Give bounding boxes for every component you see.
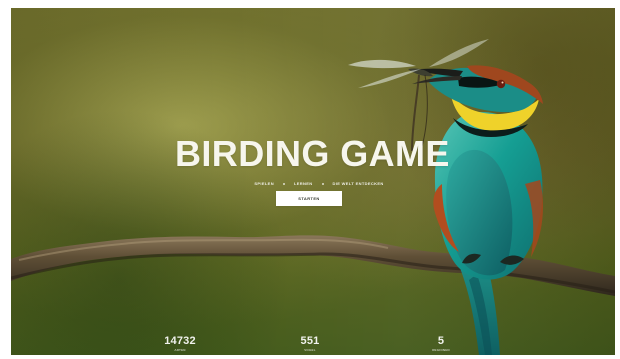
stats-bar: 14732 ARTEN 551 VOGEL 5 REGIONEN (11, 335, 615, 355)
stat-number: 14732 (164, 335, 196, 347)
nav-link-play[interactable]: SPIELEN (254, 181, 274, 187)
stat-label: ARTEN (174, 348, 186, 352)
separator-dot (321, 183, 324, 185)
hero-navigation: SPIELEN LERNEN DIE WELT ENTDECKEN (239, 179, 399, 189)
stat-number: 551 (300, 335, 320, 347)
nav-link-discover-world[interactable]: DIE WELT ENTDECKEN (333, 181, 384, 187)
nav-link-learn[interactable]: LERNEN (294, 181, 313, 187)
separator-dot (282, 183, 285, 185)
stat-number: 5 (437, 335, 445, 347)
page-title: BIRDING GAME (175, 133, 450, 174)
hero-section: BIRDING GAME SPIELEN LERNEN DIE WELT ENT… (11, 8, 615, 355)
hero-content: BIRDING GAME SPIELEN LERNEN DIE WELT ENT… (11, 8, 615, 355)
start-button[interactable]: STARTEN (276, 191, 342, 206)
stat-birds: 551 VOGEL (275, 335, 345, 352)
stat-label: VOGEL (304, 348, 316, 352)
stat-regions: 5 REGIONEN (406, 335, 476, 352)
stat-label: REGIONEN (432, 348, 450, 352)
stat-species: 14732 ARTEN (145, 335, 215, 352)
page-frame: BIRDING GAME SPIELEN LERNEN DIE WELT ENT… (0, 0, 620, 359)
